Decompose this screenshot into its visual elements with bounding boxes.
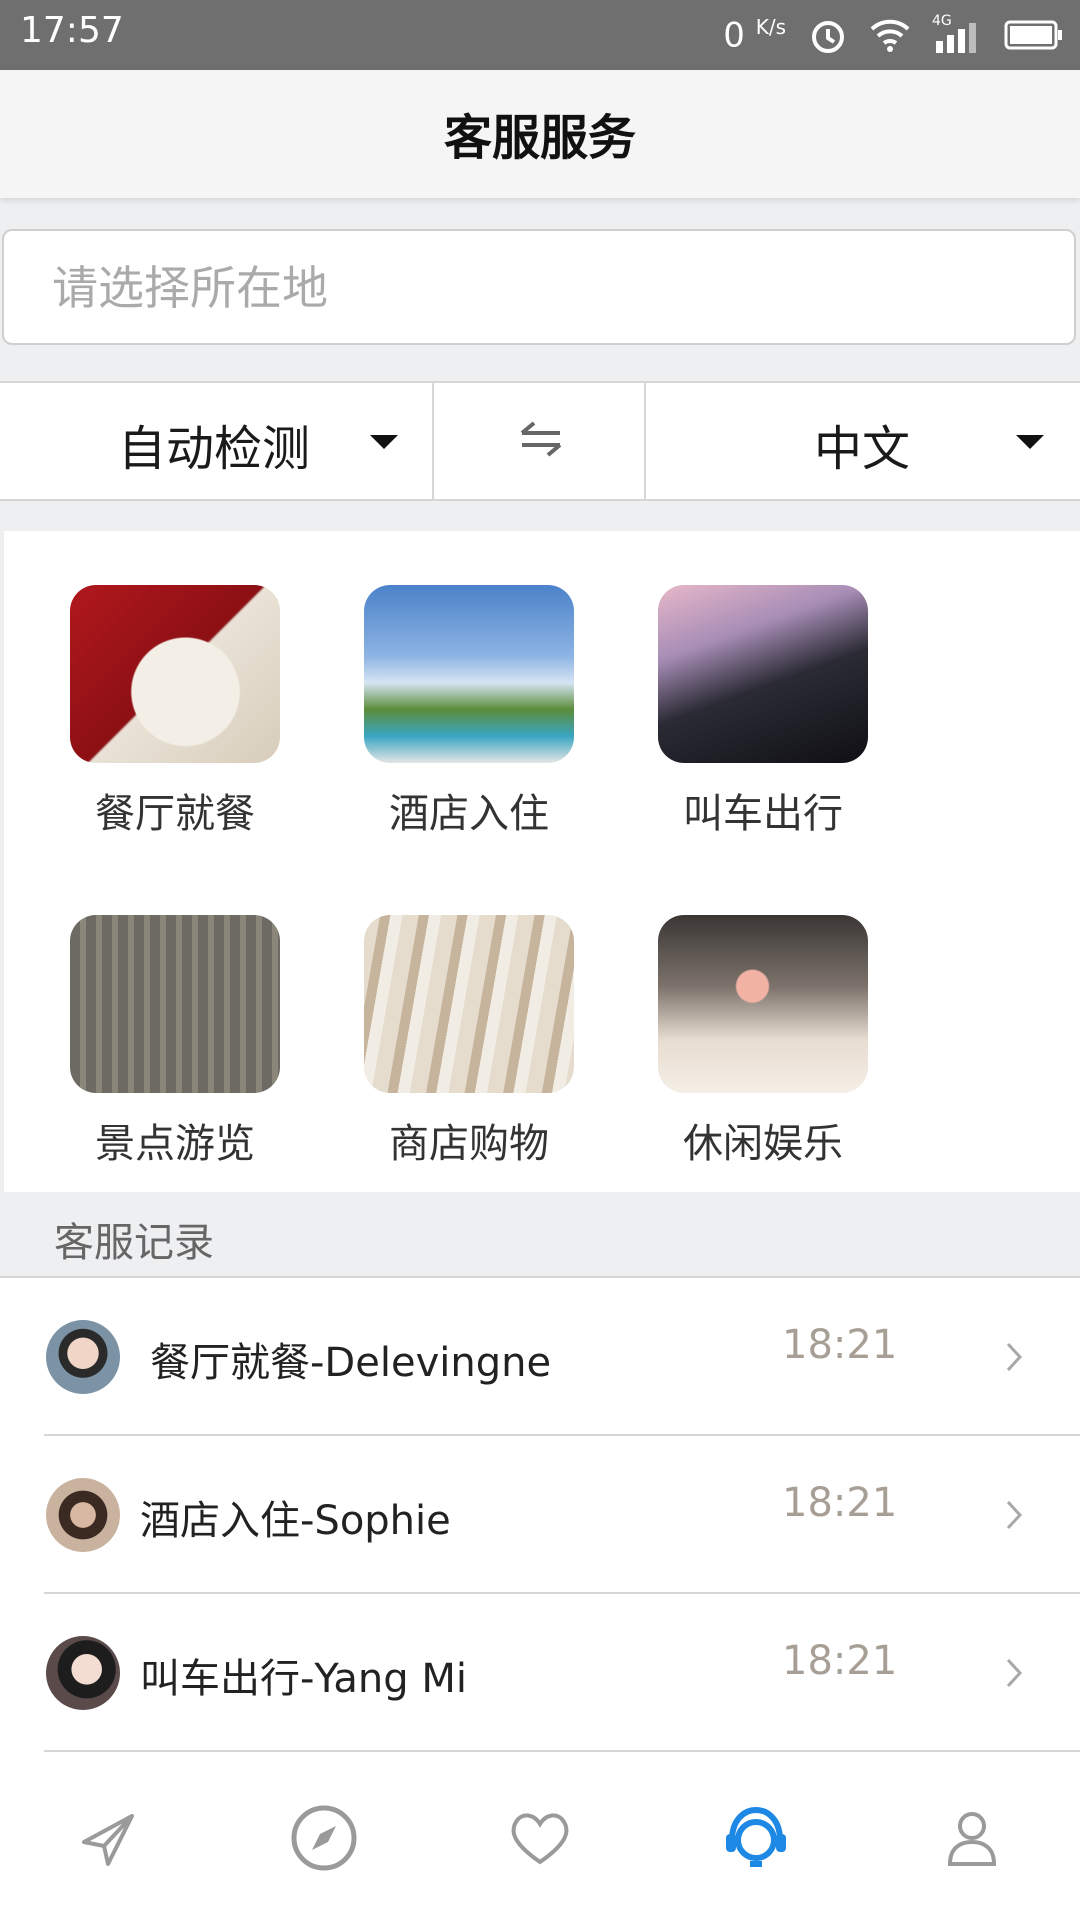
scenic-photo	[70, 915, 280, 1093]
category-scenic[interactable]: 景点游览	[4, 861, 304, 1167]
swap-icon	[520, 421, 562, 457]
net-speed: 0 K/s	[723, 15, 786, 55]
records-title: 客服记录	[54, 1220, 214, 1266]
net-speed-unit: K/s	[755, 14, 786, 39]
source-language-dropdown[interactable]: 自动检测	[0, 383, 432, 499]
hotel-photo	[364, 585, 574, 763]
user-icon	[947, 1812, 997, 1866]
category-label: 餐厅就餐	[95, 791, 255, 837]
list-item[interactable]: 叫车出行-Yang Mi 18:21	[0, 1594, 1080, 1752]
category-hotel[interactable]: 酒店入住	[298, 531, 598, 837]
target-language-label: 中文	[814, 421, 911, 477]
location-input[interactable]	[50, 231, 1034, 345]
chevron-right-icon	[1006, 1500, 1023, 1530]
category-label: 景点游览	[95, 1121, 255, 1167]
caret-down-icon	[1016, 435, 1044, 449]
list-item[interactable]: 餐厅就餐-Delevingne 18:21	[0, 1278, 1080, 1436]
nav-profile[interactable]	[864, 1754, 1080, 1920]
chevron-right-icon	[1006, 1658, 1023, 1688]
network-type: 4G	[932, 13, 952, 29]
category-label: 商店购物	[389, 1121, 549, 1167]
nav-send[interactable]	[0, 1754, 216, 1920]
category-grid: 餐厅就餐 酒店入住 叫车出行 景点游览 商店购物 休闲娱乐	[4, 531, 1080, 1192]
category-label: 休闲娱乐	[683, 1121, 843, 1167]
compass-icon	[291, 1805, 357, 1871]
shopping-photo	[364, 915, 574, 1093]
nav-favorites[interactable]	[432, 1754, 648, 1920]
status-time: 17:57	[20, 10, 124, 51]
record-name: 酒店入住-Sophie	[140, 1498, 451, 1544]
bottom-nav	[0, 1754, 1080, 1920]
list-item[interactable]: 酒店入住-Sophie 18:21	[0, 1436, 1080, 1594]
dining-photo	[70, 585, 280, 763]
signal-icon: 4G	[932, 13, 982, 57]
swap-language-button[interactable]	[432, 383, 646, 499]
status-bar: 17:57 0 K/s 4G	[0, 0, 1080, 70]
nav-discover[interactable]	[216, 1754, 432, 1920]
location-field[interactable]	[2, 229, 1076, 345]
caret-down-icon	[370, 435, 398, 449]
wifi-icon	[870, 19, 910, 52]
record-name: 餐厅就餐-Delevingne	[150, 1340, 552, 1386]
page-title: 客服服务	[443, 110, 636, 166]
battery-icon	[1004, 20, 1062, 50]
alarm-icon	[812, 21, 844, 53]
category-leisure[interactable]: 休闲娱乐	[592, 861, 892, 1167]
avatar	[46, 1478, 120, 1552]
chevron-right-icon	[1006, 1342, 1023, 1372]
leisure-photo	[658, 915, 868, 1093]
record-time: 18:21	[782, 1322, 898, 1368]
net-speed-value: 0	[723, 15, 745, 56]
heart-icon	[511, 1813, 569, 1865]
divider	[44, 1750, 1080, 1752]
record-time: 18:21	[782, 1638, 898, 1684]
record-name: 叫车出行-Yang Mi	[140, 1656, 467, 1702]
taxi-photo	[658, 585, 868, 763]
category-dining[interactable]: 餐厅就餐	[4, 531, 304, 837]
records-list: 餐厅就餐-Delevingne 18:21 酒店入住-Sophie 18:21 …	[0, 1278, 1080, 1754]
category-label: 酒店入住	[389, 791, 549, 837]
customer-service-icon	[726, 1806, 786, 1867]
category-label: 叫车出行	[683, 791, 843, 837]
records-section-header: 客服记录	[0, 1192, 1080, 1278]
language-bar: 自动检测 中文	[0, 381, 1080, 501]
avatar	[46, 1320, 120, 1394]
send-icon	[82, 1814, 134, 1866]
category-shopping[interactable]: 商店购物	[298, 861, 598, 1167]
category-taxi[interactable]: 叫车出行	[592, 531, 892, 837]
avatar	[46, 1636, 120, 1710]
app-header: 客服服务	[0, 70, 1080, 198]
record-time: 18:21	[782, 1480, 898, 1526]
nav-customer-service[interactable]	[648, 1754, 864, 1920]
target-language-dropdown[interactable]: 中文	[646, 383, 1080, 499]
source-language-label: 自动检测	[118, 421, 311, 477]
